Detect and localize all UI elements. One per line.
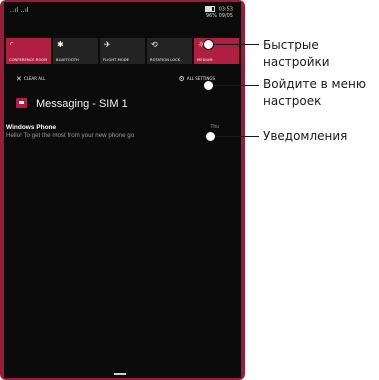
close-icon: ✕ <box>16 75 22 83</box>
status-bar: ..ıl ..ıl 03:53 96% 09/05 <box>4 2 241 26</box>
quick-setting-wifi[interactable]: ◜ Conference room <box>6 38 51 64</box>
bluetooth-icon: ✱ <box>57 40 64 49</box>
notification-app-title: Messaging - SIM 1 <box>36 98 128 110</box>
quick-setting-brightness[interactable]: ☼ Medium <box>194 38 239 64</box>
status-right: 03:53 96% 09/05 <box>204 6 233 19</box>
quick-setting-label: Medium <box>197 58 213 62</box>
battery-date: 96% 09/05 <box>205 12 233 19</box>
callout-line-notifications <box>215 136 259 137</box>
airplane-icon: ✈ <box>104 40 111 49</box>
notification-title[interactable]: Windows Phone <box>6 124 56 131</box>
callout-line-quick-settings <box>213 44 259 45</box>
quick-setting-label: Rotation lock <box>150 58 181 62</box>
quick-setting-label: Flight mode <box>103 58 130 62</box>
quick-setting-flight-mode[interactable]: ✈ Flight mode <box>100 38 145 64</box>
phone-frame: ..ıl ..ıl 03:53 96% 09/05 ◜ Conference r… <box>0 0 245 380</box>
callout-quick-settings: Быстрые настройки <box>263 38 330 69</box>
clock: 03:53 <box>218 6 233 13</box>
notification-time: Thu <box>210 124 219 130</box>
rotation-lock-icon: ⟲ <box>151 40 158 49</box>
gear-icon: ⚙ <box>178 75 185 83</box>
clear-all-button[interactable]: ✕ CLEAR ALL <box>16 75 46 83</box>
quick-setting-label: Bluetooth <box>56 58 79 62</box>
home-indicator <box>114 373 126 375</box>
wifi-icon: ◜ <box>10 40 14 49</box>
callout-settings-menu: Войдите в меню настроек <box>263 77 366 108</box>
quick-setting-bluetooth[interactable]: ✱ Bluetooth <box>53 38 98 64</box>
callout-line-settings <box>213 85 259 86</box>
quick-setting-label: Conference room <box>9 58 48 62</box>
clear-all-label: CLEAR ALL <box>23 76 46 81</box>
callout-notifications: Уведомления <box>263 129 348 143</box>
signal-indicator: ..ıl ..ıl <box>10 7 29 14</box>
battery-icon <box>204 6 215 12</box>
quick-setting-rotation-lock[interactable]: ⟲ Rotation lock <box>147 38 192 64</box>
notification-body[interactable]: Hello! To get the most from your new pho… <box>6 132 134 139</box>
phone-screen: ..ıl ..ıl 03:53 96% 09/05 ◜ Conference r… <box>4 2 241 378</box>
messaging-icon <box>16 98 27 108</box>
